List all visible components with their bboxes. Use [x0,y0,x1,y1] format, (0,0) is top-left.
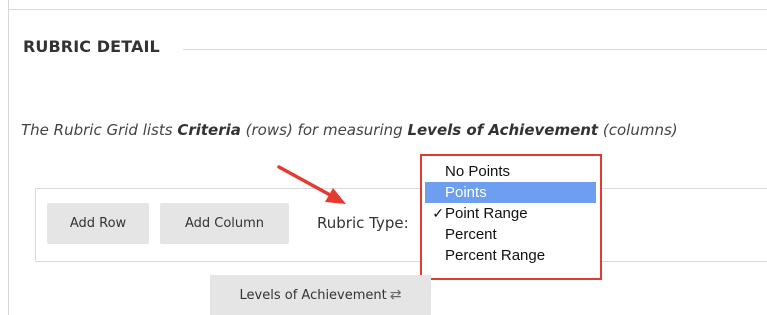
checkmark-icon: ✓ [432,205,444,221]
rubric-type-option-label: Points [445,184,487,201]
rubric-type-option[interactable]: Percent Range [425,245,596,266]
rubric-type-option[interactable]: ✓ Point Range [425,203,596,224]
levels-of-achievement-button[interactable]: Levels of Achievement ⇄ [210,275,431,315]
intro-text-part2: (rows) for measuring [240,121,408,139]
intro-text: The Rubric Grid lists Criteria (rows) fo… [21,121,678,139]
rubric-type-option-label: Percent [445,226,497,243]
rubric-type-option-label: Percent Range [445,247,546,264]
add-row-button[interactable]: Add Row [47,203,149,244]
intro-criteria-emphasis: Criteria [177,121,241,139]
rubric-type-option[interactable]: Percent [425,224,596,245]
panel-left-border [8,0,9,315]
swap-arrows-icon: ⇄ [389,287,402,303]
rubric-type-option[interactable]: Points [425,182,596,203]
annotation-arrow-icon [277,165,346,204]
section-title: RUBRIC DETAIL [23,37,160,56]
levels-of-achievement-label: Levels of Achievement [239,287,387,303]
add-column-button[interactable]: Add Column [160,203,289,244]
rubric-type-label: Rubric Type: [317,214,409,232]
rubric-type-option-label: Point Range [445,205,528,222]
rubric-type-dropdown[interactable]: No Points Points ✓ Point Range Percent Percen… [425,161,596,266]
section-divider [183,49,767,50]
rubric-type-option[interactable]: No Points [425,161,596,182]
rubric-type-option-label: No Points [445,163,511,180]
intro-text-part3: (columns) [598,121,678,139]
intro-text-part1: The Rubric Grid lists [21,121,178,139]
panel-top-border [8,9,767,10]
intro-levels-emphasis: Levels of Achievement [407,121,599,139]
